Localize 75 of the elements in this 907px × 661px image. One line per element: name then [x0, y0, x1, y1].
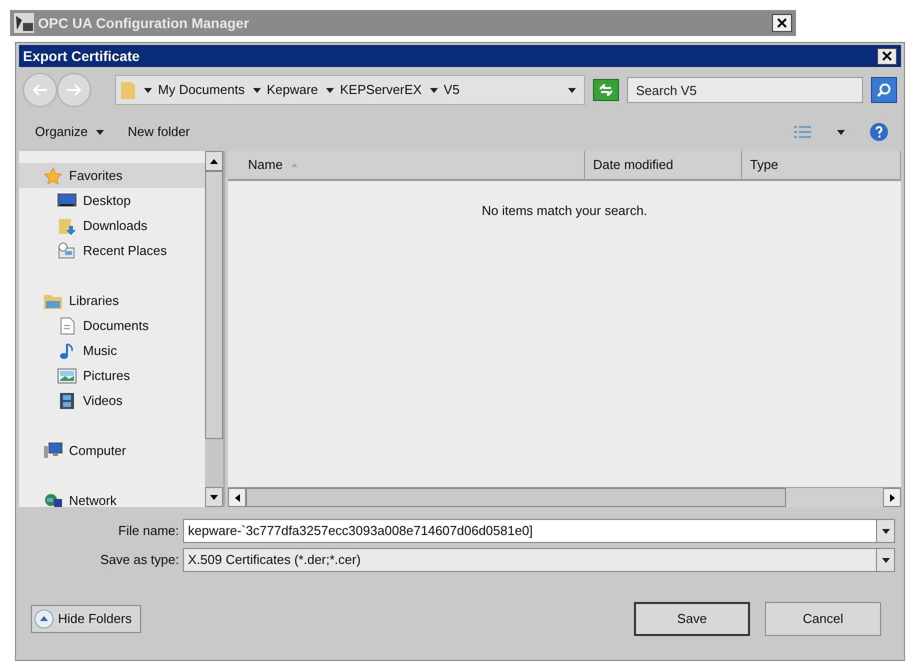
- refresh-button[interactable]: [593, 79, 619, 101]
- field-label: Save as type:: [99, 551, 179, 570]
- breadcrumb-caret-icon: [144, 88, 152, 92]
- recent-places-icon: [57, 242, 77, 260]
- search-icon: [876, 82, 892, 98]
- navigation-item[interactable]: Recent Places: [19, 238, 205, 263]
- back-arrow-icon: [32, 84, 48, 96]
- globe-computer-icon: [43, 492, 63, 507]
- column-header[interactable]: Name: [228, 151, 585, 179]
- breadcrumb[interactable]: Kepware: [266, 80, 318, 100]
- scroll-up-button[interactable]: [205, 151, 223, 171]
- navigation-item[interactable]: Libraries: [19, 288, 205, 313]
- navigation-item[interactable]: Videos: [19, 388, 205, 413]
- dropdown-caret-icon: [568, 88, 576, 92]
- navigation-item[interactable]: Music: [19, 338, 205, 363]
- address-bar[interactable]: My Documents Kepware KEPServerEX V5: [115, 75, 585, 105]
- search-field[interactable]: Search V5: [627, 77, 863, 103]
- monitor-icon: [57, 192, 77, 210]
- navigation-item[interactable]: Pictures: [19, 363, 205, 388]
- breadcrumb[interactable]: My Documents: [158, 80, 245, 100]
- scroll-thumb[interactable]: [205, 171, 223, 439]
- scroll-right-button[interactable]: [883, 488, 901, 507]
- breadcrumb[interactable]: KEPServerEX: [340, 80, 422, 100]
- star-icon: [43, 166, 63, 184]
- toolbar-button[interactable]: New folder: [128, 122, 190, 142]
- folder-icon: [120, 80, 136, 100]
- right-arrow-icon: [890, 494, 894, 502]
- hide-folders-button[interactable]: Hide Folders: [31, 605, 141, 633]
- refresh-arrows-icon: [598, 84, 614, 96]
- field-label: File name:: [117, 522, 179, 540]
- app-logo-icon: [14, 13, 34, 33]
- empty-message: No items match your search.: [482, 202, 648, 220]
- column-header[interactable]: Date modified: [585, 151, 742, 179]
- file-name-field[interactable]: kepware-`3c777dfa3257ecc3093a008e714607d06d0581e0]: [183, 519, 895, 543]
- horizontal-scrollbar[interactable]: [228, 487, 901, 507]
- navigation-item[interactable]: Computer: [19, 438, 205, 463]
- caret-icon: [96, 130, 104, 134]
- dropdown-caret-icon: [882, 528, 890, 534]
- close-icon: [777, 18, 787, 28]
- dialog-button[interactable]: Cancel: [765, 602, 881, 636]
- column-header[interactable]: Type: [742, 151, 901, 179]
- breadcrumb[interactable]: V5: [444, 80, 460, 100]
- toolbar-button[interactable]: Organize: [35, 122, 104, 142]
- dialog-title: Export Certificate: [23, 46, 141, 66]
- close-icon: [882, 51, 892, 61]
- navigation-item[interactable]: Downloads: [19, 213, 205, 238]
- close-button[interactable]: [772, 14, 792, 32]
- collapse-up-icon: [34, 609, 54, 629]
- breadcrumb-caret-icon: [252, 88, 261, 92]
- search-button[interactable]: [871, 77, 897, 103]
- down-arrow-icon: [210, 494, 218, 500]
- scroll-down-button[interactable]: [205, 487, 223, 507]
- picture-icon: [57, 366, 77, 384]
- file-type-select[interactable]: X.509 Certificates (*.der;*.cer): [183, 548, 895, 572]
- navigation-item[interactable]: Network: [19, 488, 205, 507]
- dropdown-caret-icon: [882, 558, 890, 562]
- scroll-left-button[interactable]: [228, 488, 246, 507]
- outer-window-title: OPC UA Configuration Manager: [38, 14, 250, 33]
- view-caret-icon: [837, 130, 845, 134]
- scroll-thumb[interactable]: [246, 488, 786, 507]
- forward-arrow-icon: [66, 84, 82, 96]
- breadcrumb-caret-icon: [326, 88, 334, 92]
- close-button[interactable]: [877, 48, 897, 64]
- up-arrow-icon: [210, 158, 218, 164]
- navigation-item[interactable]: Documents: [19, 313, 205, 338]
- navigation-item[interactable]: Favorites: [19, 163, 205, 188]
- film-strip-icon: [57, 392, 77, 410]
- folder-download-icon: [57, 216, 77, 234]
- navigation-item[interactable]: Desktop: [19, 188, 205, 213]
- vertical-scrollbar[interactable]: [205, 151, 225, 507]
- computer-icon: [43, 442, 63, 460]
- left-arrow-icon: [234, 494, 240, 502]
- breadcrumb-caret-icon: [430, 88, 438, 92]
- dialog-button[interactable]: Save: [634, 602, 750, 636]
- help-icon[interactable]: [869, 122, 889, 142]
